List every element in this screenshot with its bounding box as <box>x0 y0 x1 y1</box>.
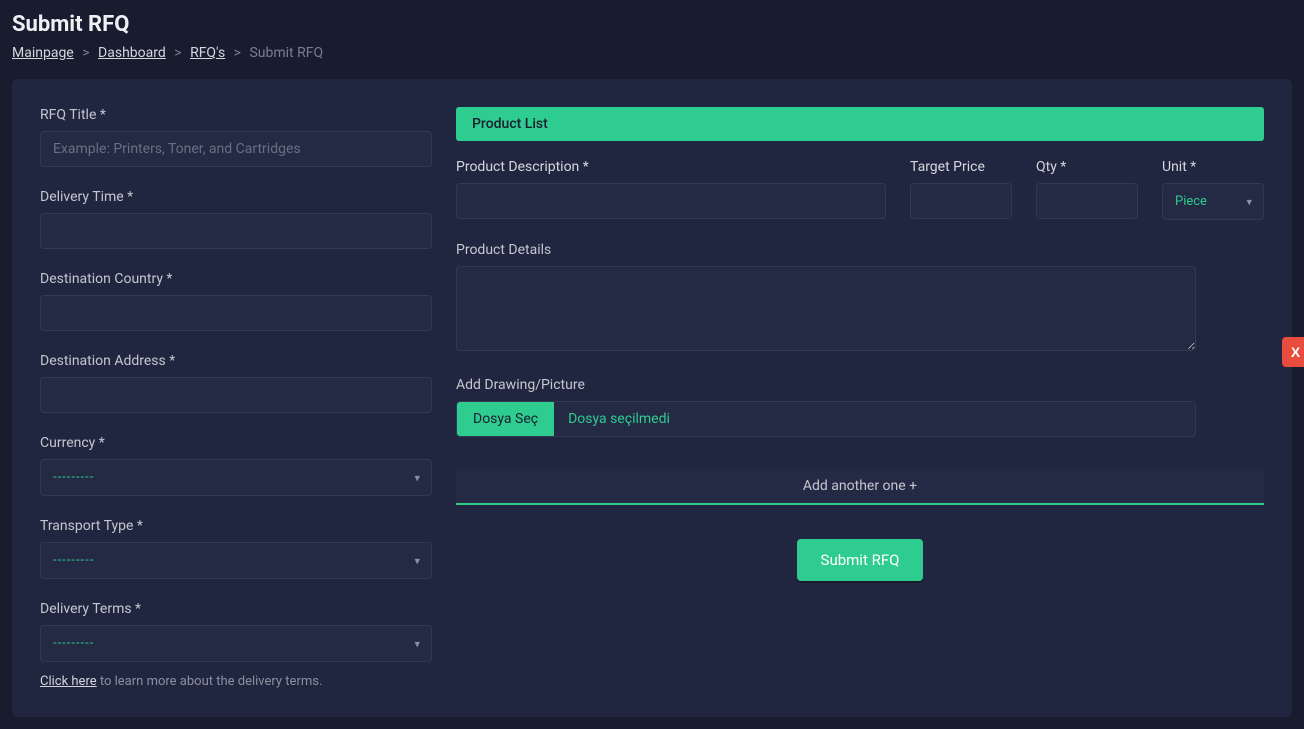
currency-label: Currency * <box>40 435 432 451</box>
form-card: RFQ Title * Delivery Time * Destination … <box>12 79 1292 717</box>
target-price-label: Target Price <box>910 159 985 175</box>
delivery-terms-help-link[interactable]: Click here <box>40 674 97 689</box>
file-input-row: Dosya Seç Dosya seçilmedi <box>456 401 1196 437</box>
dest-address-input[interactable] <box>40 377 432 413</box>
dest-country-label: Destination Country * <box>40 271 432 287</box>
product-desc-input[interactable] <box>456 183 886 219</box>
delivery-terms-select[interactable]: --------- <box>40 625 432 662</box>
target-price-input[interactable] <box>910 183 1012 219</box>
unit-select[interactable]: Piece <box>1162 183 1264 220</box>
breadcrumb-mainpage[interactable]: Mainpage <box>12 45 74 61</box>
submit-rfq-button[interactable]: Submit RFQ <box>797 539 924 581</box>
product-details-label: Product Details <box>456 242 1196 258</box>
breadcrumb: Mainpage > Dashboard > RFQ's > Submit RF… <box>12 45 1292 61</box>
product-list-header: Product List <box>456 107 1264 141</box>
file-status-label: Dosya seçilmedi <box>554 402 684 436</box>
breadcrumb-sep: > <box>82 45 89 61</box>
rfq-title-input[interactable] <box>40 131 432 167</box>
delivery-terms-label: Delivery Terms * <box>40 601 432 617</box>
product-details-input[interactable] <box>456 266 1196 351</box>
qty-input[interactable] <box>1036 183 1138 219</box>
remove-product-button[interactable]: X <box>1282 337 1304 367</box>
transport-select[interactable]: --------- <box>40 542 432 579</box>
breadcrumb-current: Submit RFQ <box>249 45 323 61</box>
delivery-terms-help: Click here to learn more about the deliv… <box>40 674 432 689</box>
breadcrumb-sep: > <box>174 45 181 61</box>
add-drawing-label: Add Drawing/Picture <box>456 377 1196 393</box>
transport-label: Transport Type * <box>40 518 432 534</box>
qty-label: Qty * <box>1036 159 1066 175</box>
dest-address-label: Destination Address * <box>40 353 432 369</box>
breadcrumb-sep: > <box>234 45 241 61</box>
delivery-time-label: Delivery Time * <box>40 189 432 205</box>
product-block: Product Description * Target Price Qty * <box>456 159 1264 437</box>
breadcrumb-rfqs[interactable]: RFQ's <box>190 45 225 61</box>
currency-select[interactable]: --------- <box>40 459 432 496</box>
rfq-title-label: RFQ Title * <box>40 107 432 123</box>
file-choose-button[interactable]: Dosya Seç <box>457 402 554 436</box>
breadcrumb-dashboard[interactable]: Dashboard <box>98 45 166 61</box>
page-title: Submit RFQ <box>12 12 1292 37</box>
delivery-terms-help-text: to learn more about the delivery terms. <box>97 674 323 689</box>
unit-label: Unit * <box>1162 159 1196 175</box>
add-another-button[interactable]: Add another one + <box>456 469 1264 505</box>
dest-country-input[interactable] <box>40 295 432 331</box>
delivery-time-input[interactable] <box>40 213 432 249</box>
product-desc-label: Product Description * <box>456 159 589 175</box>
